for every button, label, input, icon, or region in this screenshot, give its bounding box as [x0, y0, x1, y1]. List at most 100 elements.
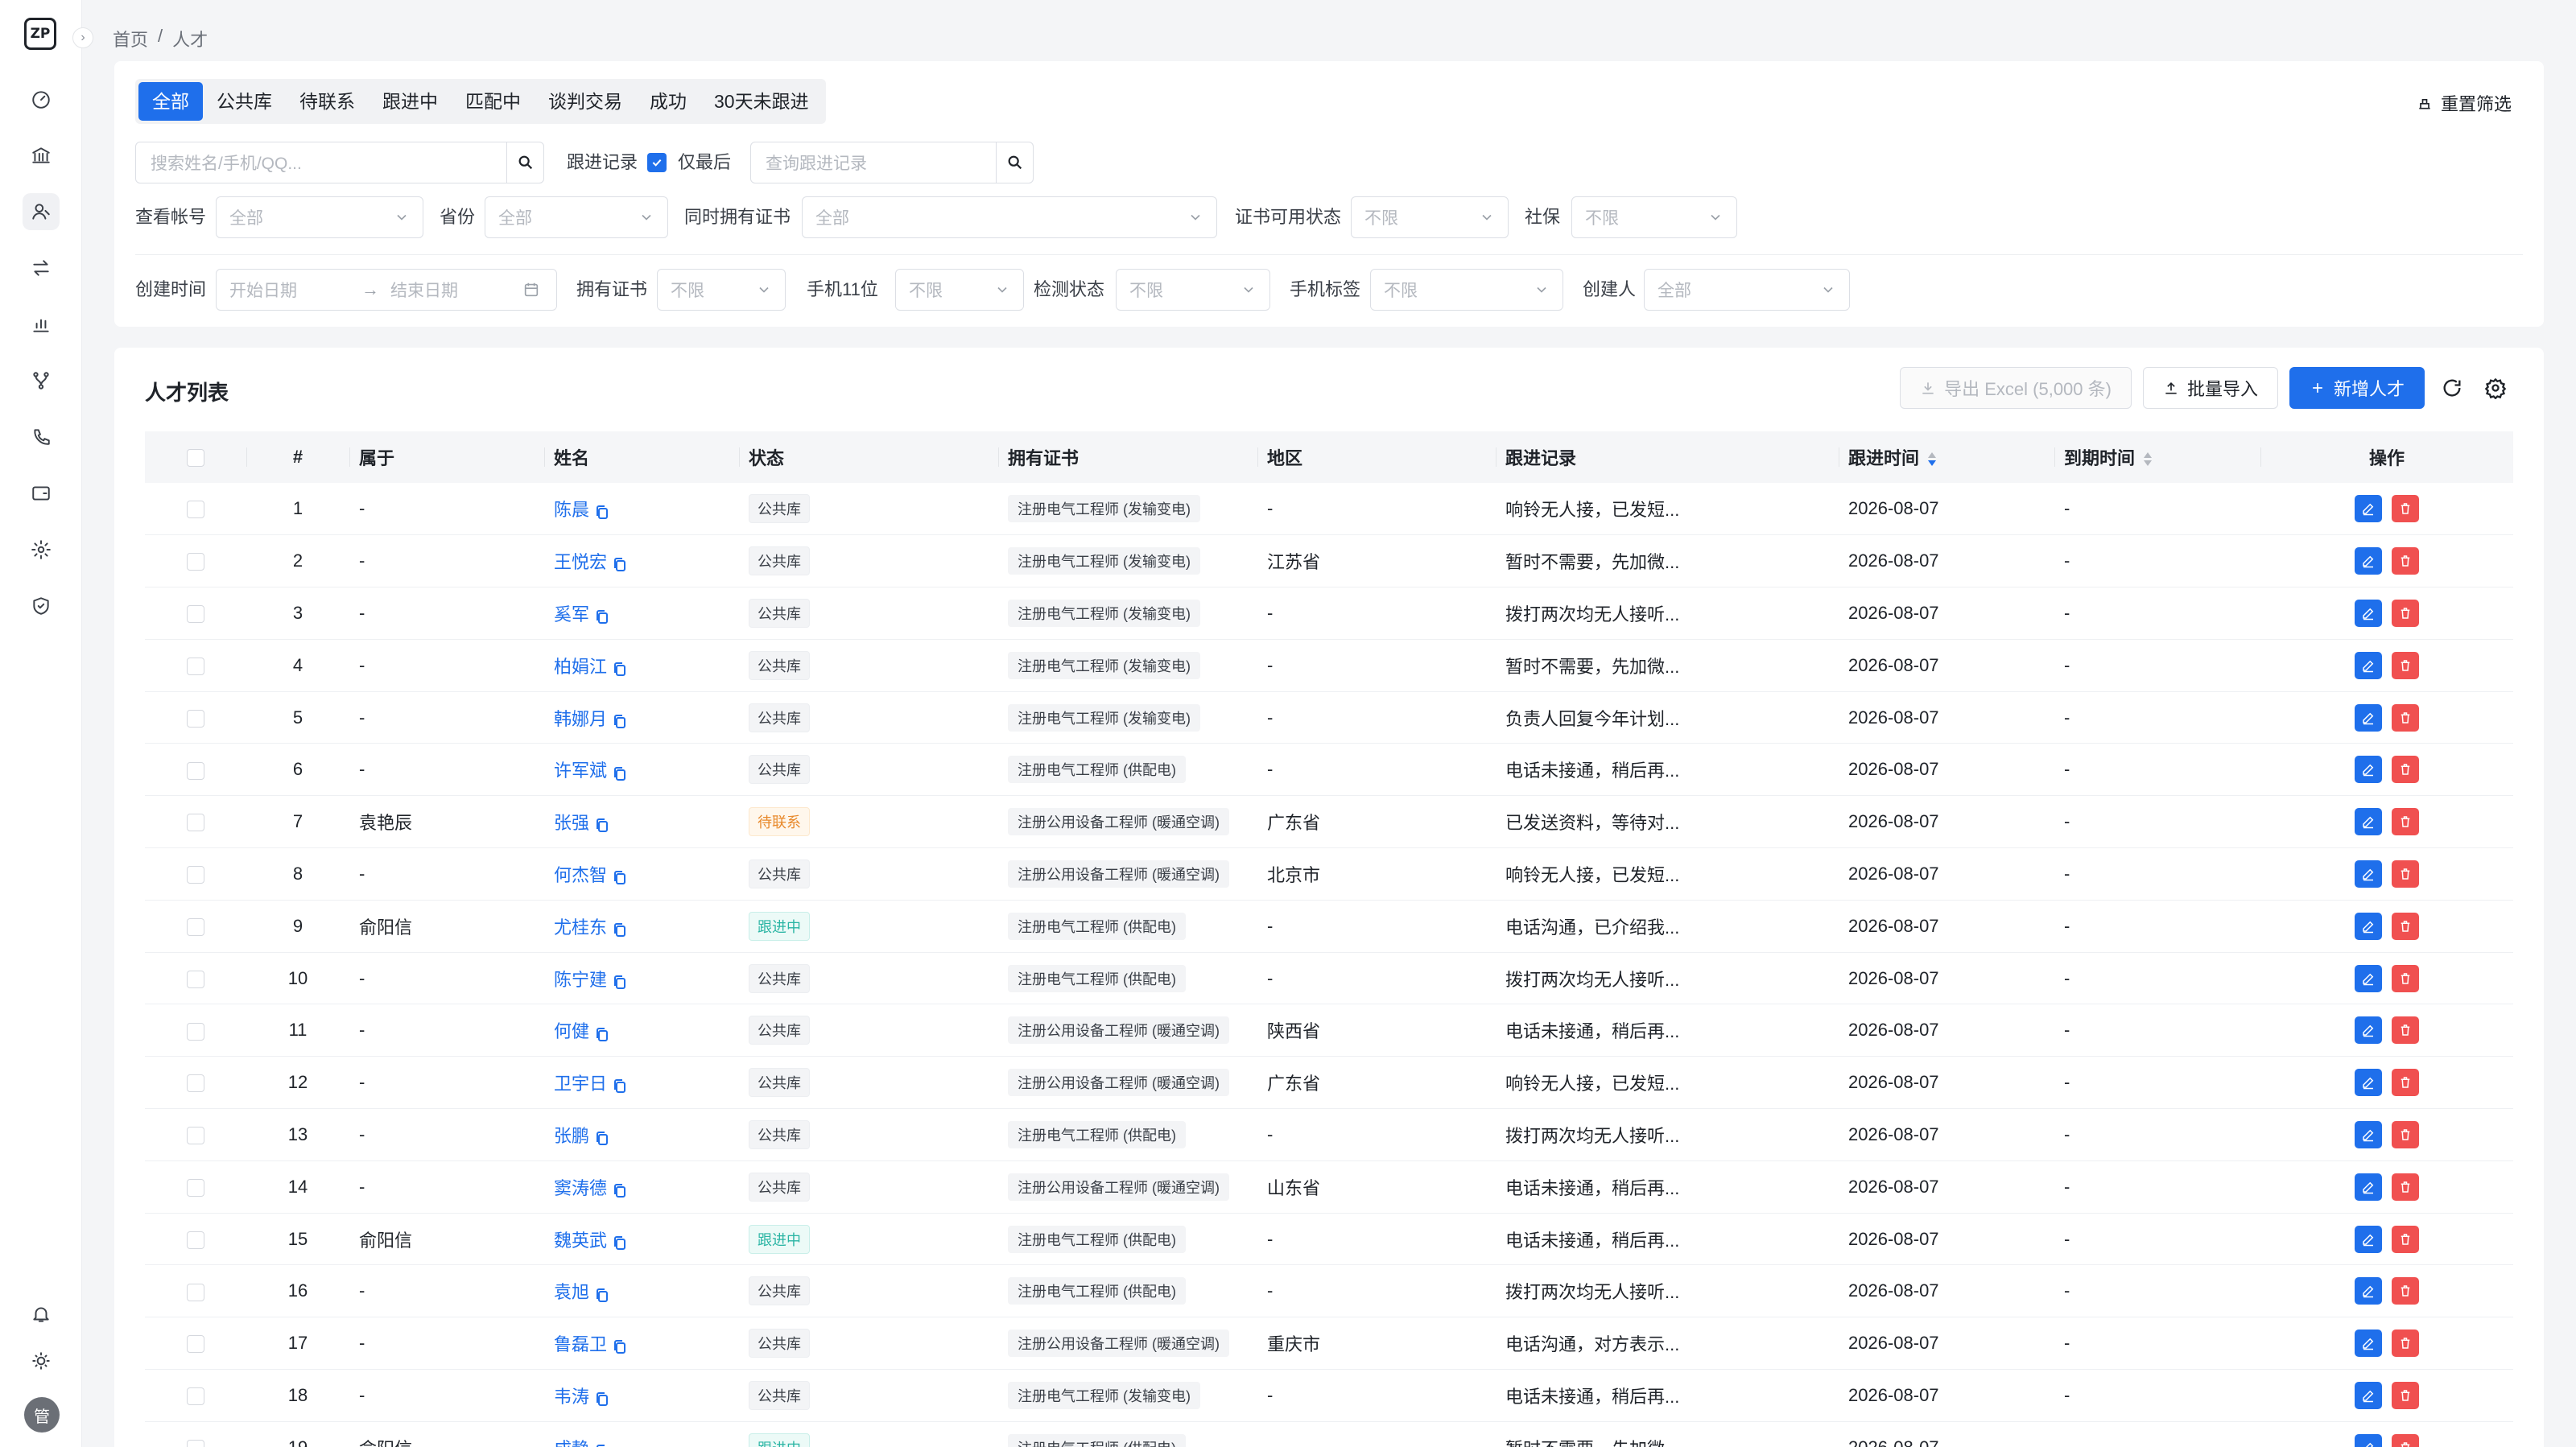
- sort-icon[interactable]: [2143, 451, 2153, 468]
- tab-7[interactable]: 30天未跟进: [700, 82, 823, 121]
- select-all-checkbox[interactable]: [187, 449, 204, 468]
- row-checkbox[interactable]: [187, 553, 204, 571]
- tab-2[interactable]: 待联系: [286, 82, 369, 121]
- delete-icon[interactable]: [2392, 1330, 2419, 1358]
- copy-icon[interactable]: [596, 1130, 609, 1146]
- phone-icon[interactable]: [23, 418, 60, 456]
- wallet-icon[interactable]: [23, 475, 60, 512]
- talent-name-link[interactable]: 许军斌: [554, 761, 607, 781]
- row-checkbox[interactable]: [187, 501, 204, 519]
- copy-icon[interactable]: [613, 1338, 626, 1354]
- province-select[interactable]: 全部: [485, 196, 668, 238]
- table-row[interactable]: 18- 韦涛 公共库 注册电气工程师 (发输变电) - 电话未接通，稍后再... 2026-…: [145, 1369, 2513, 1422]
- copy-icon[interactable]: [596, 1443, 609, 1447]
- creator-select[interactable]: 全部: [1644, 269, 1850, 311]
- edit-icon[interactable]: [2355, 756, 2382, 784]
- delete-icon[interactable]: [2392, 1277, 2419, 1305]
- exchange-icon[interactable]: [23, 249, 60, 287]
- row-checkbox[interactable]: [187, 1283, 204, 1301]
- talent-name-link[interactable]: 陈晨: [554, 500, 589, 520]
- add-talent-button[interactable]: 新增人才: [2289, 367, 2425, 409]
- copy-icon[interactable]: [613, 713, 626, 728]
- talent-name-link[interactable]: 王悦宏: [554, 552, 607, 572]
- row-checkbox[interactable]: [187, 1074, 204, 1093]
- edit-icon[interactable]: [2355, 1381, 2382, 1409]
- table-settings-icon[interactable]: [2479, 372, 2512, 404]
- delete-icon[interactable]: [2392, 703, 2419, 732]
- talent-name-link[interactable]: 韩娜月: [554, 709, 607, 729]
- col-expire-time[interactable]: 到期时间: [2054, 431, 2260, 483]
- edit-icon[interactable]: [2355, 495, 2382, 523]
- row-checkbox[interactable]: [187, 866, 204, 884]
- copy-icon[interactable]: [596, 608, 609, 625]
- delete-icon[interactable]: [2392, 964, 2419, 992]
- tab-6[interactable]: 成功: [636, 82, 700, 121]
- only-last-checkbox[interactable]: [647, 153, 667, 172]
- delete-icon[interactable]: [2392, 860, 2419, 888]
- row-checkbox[interactable]: [187, 814, 204, 832]
- edit-icon[interactable]: [2355, 1120, 2382, 1148]
- copy-icon[interactable]: [613, 1078, 626, 1094]
- talent-name-link[interactable]: 柏娟江: [554, 657, 607, 677]
- copy-icon[interactable]: [613, 661, 626, 676]
- talent-name-link[interactable]: 成静: [554, 1439, 589, 1447]
- talent-name-link[interactable]: 韦涛: [554, 1387, 589, 1407]
- talent-icon[interactable]: [23, 193, 60, 230]
- delete-icon[interactable]: [2392, 1173, 2419, 1201]
- row-checkbox[interactable]: [187, 605, 204, 624]
- settings-icon[interactable]: [23, 531, 60, 568]
- sort-icon[interactable]: [1927, 451, 1937, 468]
- row-checkbox[interactable]: [187, 1335, 204, 1354]
- table-row[interactable]: 10- 陈宁建 公共库 注册电气工程师 (供配电) - 拨打两次均无人接听... 2026-…: [145, 952, 2513, 1005]
- copy-icon[interactable]: [613, 869, 626, 885]
- talent-name-link[interactable]: 魏英武: [554, 1231, 607, 1251]
- table-row[interactable]: 16- 袁旭 公共库 注册电气工程师 (供配电) - 拨打两次均无人接听... 2026-0…: [145, 1264, 2513, 1318]
- copy-icon[interactable]: [596, 1391, 609, 1407]
- talent-name-link[interactable]: 卫宇日: [554, 1074, 607, 1094]
- created-date-range[interactable]: 开始日期 → 结束日期: [216, 269, 557, 311]
- talent-name-link[interactable]: 奚军: [554, 604, 589, 625]
- avatar[interactable]: 管: [24, 1397, 60, 1433]
- talent-name-link[interactable]: 窦涛德: [554, 1178, 607, 1198]
- row-checkbox[interactable]: [187, 1387, 204, 1406]
- detect-status-select[interactable]: 不限: [1116, 269, 1270, 311]
- tab-1[interactable]: 公共库: [203, 82, 286, 121]
- copy-icon[interactable]: [596, 1026, 609, 1041]
- edit-icon[interactable]: [2355, 1330, 2382, 1358]
- table-row[interactable]: 14- 窦涛德 公共库 注册公用设备工程师 (暖通空调) 山东省 电话未接通，稍后再...…: [145, 1160, 2513, 1214]
- copy-icon[interactable]: [613, 556, 626, 572]
- theme-sun-icon[interactable]: [23, 1342, 60, 1379]
- same-cert-select[interactable]: 全部: [802, 196, 1217, 238]
- delete-icon[interactable]: [2392, 808, 2419, 836]
- talent-name-link[interactable]: 尤桂东: [554, 917, 607, 938]
- col-follow-time[interactable]: 跟进时间: [1839, 431, 2054, 483]
- delete-icon[interactable]: [2392, 547, 2419, 575]
- row-checkbox[interactable]: [187, 917, 204, 936]
- delete-icon[interactable]: [2392, 651, 2419, 679]
- talent-name-link[interactable]: 张强: [554, 813, 589, 833]
- table-row[interactable]: 9 俞阳信 尤桂东 跟进中 注册电气工程师 (供配电) - 电话沟通，已介绍我... 2026…: [145, 900, 2513, 953]
- edit-icon[interactable]: [2355, 912, 2382, 940]
- copy-icon[interactable]: [613, 765, 626, 781]
- edit-icon[interactable]: [2355, 1225, 2382, 1253]
- table-row[interactable]: 5- 韩娜月 公共库 注册电气工程师 (发输变电) - 负责人回复今年计划... 2026-…: [145, 691, 2513, 744]
- delete-icon[interactable]: [2392, 495, 2419, 523]
- refresh-icon[interactable]: [2436, 372, 2468, 404]
- dashboard-icon[interactable]: [23, 80, 60, 117]
- delete-icon[interactable]: [2392, 1225, 2419, 1253]
- row-checkbox[interactable]: [187, 709, 204, 728]
- bell-icon[interactable]: [23, 1296, 60, 1333]
- talent-name-link[interactable]: 袁旭: [554, 1282, 589, 1302]
- tab-0[interactable]: 全部: [138, 82, 203, 121]
- edit-icon[interactable]: [2355, 703, 2382, 732]
- edit-icon[interactable]: [2355, 1433, 2382, 1447]
- copy-icon[interactable]: [613, 974, 626, 989]
- table-row[interactable]: 19俞阳信成静跟进中注册电气工程师 (供配电)-暂时不需要，先加微...2026…: [145, 1421, 2513, 1447]
- edit-icon[interactable]: [2355, 1277, 2382, 1305]
- copy-icon[interactable]: [596, 1287, 609, 1302]
- table-row[interactable]: 8- 何杰智 公共库 注册公用设备工程师 (暖通空调) 北京市 响铃无人接，已发短... 2…: [145, 847, 2513, 901]
- table-row[interactable]: 15 俞阳信 魏英武 跟进中 注册电气工程师 (供配电) - 电话未接通，稍后再... 202…: [145, 1213, 2513, 1266]
- batch-import-button[interactable]: 批量导入: [2142, 367, 2278, 409]
- search-button[interactable]: [506, 142, 543, 183]
- search-input[interactable]: 搜索姓名/手机/QQ...: [135, 142, 544, 183]
